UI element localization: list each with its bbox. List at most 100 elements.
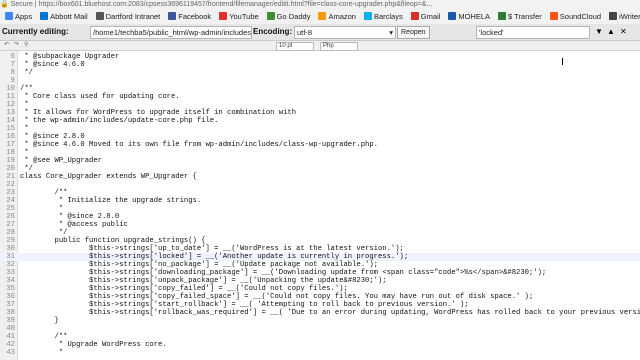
line-number: 36 xyxy=(6,293,15,301)
code-line[interactable]: 39 } xyxy=(0,317,640,325)
font-size-select[interactable]: 10 pt xyxy=(276,42,314,51)
line-number: 12 xyxy=(6,101,15,109)
line-text: * Initialize the upgrade strings. xyxy=(20,197,202,205)
line-text: /** xyxy=(20,189,68,197)
code-line[interactable]: 20 */ xyxy=(0,165,640,173)
code-line[interactable]: 23 /** xyxy=(0,189,640,197)
bookmark-item[interactable]: SoundCloud xyxy=(549,9,602,24)
line-number: 8 xyxy=(10,69,15,77)
bookmark-icon xyxy=(318,12,327,20)
bookmark-label: Abbott Mail xyxy=(50,12,88,21)
code-line[interactable]: 29 public function upgrade_strings() { xyxy=(0,237,640,245)
line-number: 6 xyxy=(10,53,15,61)
bookmark-item[interactable]: Go Daddy xyxy=(266,9,310,24)
language-select[interactable]: Php xyxy=(320,42,358,51)
bookmark-item[interactable]: MOHELA xyxy=(448,9,490,24)
lock-icon: 🔒 xyxy=(0,1,9,8)
code-line[interactable]: 27 * @access public xyxy=(0,221,640,229)
bookmark-item[interactable]: Barclays xyxy=(363,9,403,24)
file-path-field[interactable]: /home1/techba5/public_html/wp-admin/incl… xyxy=(90,26,252,39)
bookmark-item[interactable]: Facebook xyxy=(168,9,211,24)
line-number: 16 xyxy=(6,133,15,141)
encoding-select[interactable]: utf-8 ▾ xyxy=(294,26,396,39)
code-line[interactable]: 25 * xyxy=(0,205,640,213)
line-number: 22 xyxy=(6,181,15,189)
code-line[interactable]: 37 $this->strings['start_rollback'] = __… xyxy=(0,301,640,309)
code-line[interactable]: 26 * @since 2.8.0 xyxy=(0,213,640,221)
code-line[interactable]: 6 * @subpackage Upgrader xyxy=(0,53,640,61)
line-number: 40 xyxy=(6,325,15,333)
bookmark-item[interactable]: Amazon xyxy=(318,9,356,24)
code-line[interactable]: 43 * xyxy=(0,349,640,357)
line-number: 32 xyxy=(6,261,15,269)
code-line[interactable]: 36 $this->strings['copy_failed_space'] =… xyxy=(0,293,640,301)
code-editor[interactable]: 6 * @subpackage Upgrader 7 * @since 4.6.0… xyxy=(0,51,640,360)
undo-icon[interactable]: ↶ xyxy=(4,41,9,50)
code-line[interactable]: 33 $this->strings['downloading_package']… xyxy=(0,269,640,277)
line-number: 17 xyxy=(6,141,15,149)
line-text: * xyxy=(20,149,29,157)
bookmark-item[interactable]: Dartford Intranet xyxy=(95,9,160,24)
code-line[interactable]: 30 $this->strings['up_to_date'] = __('Wo… xyxy=(0,245,640,253)
font-size-value: 10 pt xyxy=(279,43,293,49)
code-line[interactable]: 34 $this->strings['unpack_package'] = __… xyxy=(0,277,640,285)
line-text: * xyxy=(20,125,29,133)
code-line[interactable]: 18 * xyxy=(0,149,640,157)
arrow-down-icon[interactable]: ▼ xyxy=(595,24,603,40)
code-line[interactable]: 28 */ xyxy=(0,229,640,237)
redo-icon[interactable]: ↷ xyxy=(14,41,19,50)
line-text: public function upgrade_strings() { xyxy=(20,237,206,245)
line-number: 21 xyxy=(6,173,15,181)
code-line[interactable]: 21 class Core_Upgrader extends WP_Upgrade… xyxy=(0,173,640,181)
code-line[interactable]: 12 * xyxy=(0,101,640,109)
code-line[interactable]: 13 * It allows for WordPress to upgrade … xyxy=(0,109,640,117)
code-line[interactable]: 41 /** xyxy=(0,333,640,341)
bookmark-icon xyxy=(40,12,49,20)
bookmark-item[interactable]: Gmail xyxy=(410,9,440,24)
code-line[interactable]: 42 * Upgrade WordPress core. xyxy=(0,341,640,349)
close-icon[interactable]: ✕ xyxy=(620,24,627,40)
code-line[interactable]: 40 xyxy=(0,325,640,333)
search-input[interactable]: 'locked' xyxy=(476,26,590,39)
line-number: 18 xyxy=(6,149,15,157)
line-text: * @see WP_Upgrader xyxy=(20,157,102,165)
code-line[interactable]: 15 * xyxy=(0,125,640,133)
bookmark-label: SoundCloud xyxy=(559,12,602,21)
line-text: * xyxy=(20,205,64,213)
code-line[interactable]: 9 xyxy=(0,77,640,85)
code-line[interactable]: 10 /** xyxy=(0,85,640,93)
bookmark-item[interactable]: $ Transfer xyxy=(498,9,542,24)
code-line[interactable]: 32 $this->strings['no_package'] = __('Up… xyxy=(0,261,640,269)
line-number: 35 xyxy=(6,285,15,293)
code-line[interactable]: 7 * @since 4.6.0 xyxy=(0,61,640,69)
bookmark-item[interactable]: Apps xyxy=(5,9,32,24)
arrow-up-icon[interactable]: ▲ xyxy=(607,24,615,40)
bookmark-item[interactable]: iWriter xyxy=(609,9,640,24)
code-line[interactable]: 35 $this->strings['copy_failed'] = __('C… xyxy=(0,285,640,293)
bookmark-item[interactable]: Abbott Mail xyxy=(40,9,88,24)
code-line[interactable]: 8 */ xyxy=(0,69,640,77)
code-line[interactable]: 14 * the wp-admin/includes/update-core.p… xyxy=(0,117,640,125)
line-text: * Core class used for updating core. xyxy=(20,93,180,101)
line-number: 7 xyxy=(10,61,15,69)
bookmark-label: Barclays xyxy=(373,12,403,21)
file-editor-toolbar: Currently editing: /home1/techba5/public… xyxy=(0,24,640,41)
code-line[interactable]: 24 * Initialize the upgrade strings. xyxy=(0,197,640,205)
reopen-button[interactable]: Reopen xyxy=(397,26,430,39)
currently-editing-label: Currently editing: xyxy=(2,27,69,36)
address-bar[interactable]: 🔒 Secure | https://box601.bluehost.com:2… xyxy=(0,0,640,9)
code-line[interactable]: 11 * Core class used for updating core. xyxy=(0,93,640,101)
code-line[interactable]: 16 * @since 2.8.0 xyxy=(0,133,640,141)
code-line[interactable]: 31 $this->strings['locked'] = __('Anothe… xyxy=(0,253,640,261)
bookmark-item[interactable]: YouTube xyxy=(219,9,259,24)
code-line[interactable]: 17 * @since 4.6.0 Moved to its own file … xyxy=(0,141,640,149)
line-number: 10 xyxy=(6,85,15,93)
code-line[interactable]: 22 xyxy=(0,181,640,189)
search-icon[interactable]: ⚲ xyxy=(24,41,28,50)
code-line[interactable]: 38 $this->strings['rollback_was_required… xyxy=(0,309,640,317)
encoding-value: utf-8 xyxy=(297,28,313,37)
format-bar: ↶ ↷ ⚲ 10 pt Php xyxy=(0,41,640,51)
line-number: 9 xyxy=(10,77,15,85)
code-line[interactable]: 19 * @see WP_Upgrader xyxy=(0,157,640,165)
line-number: 33 xyxy=(6,269,15,277)
